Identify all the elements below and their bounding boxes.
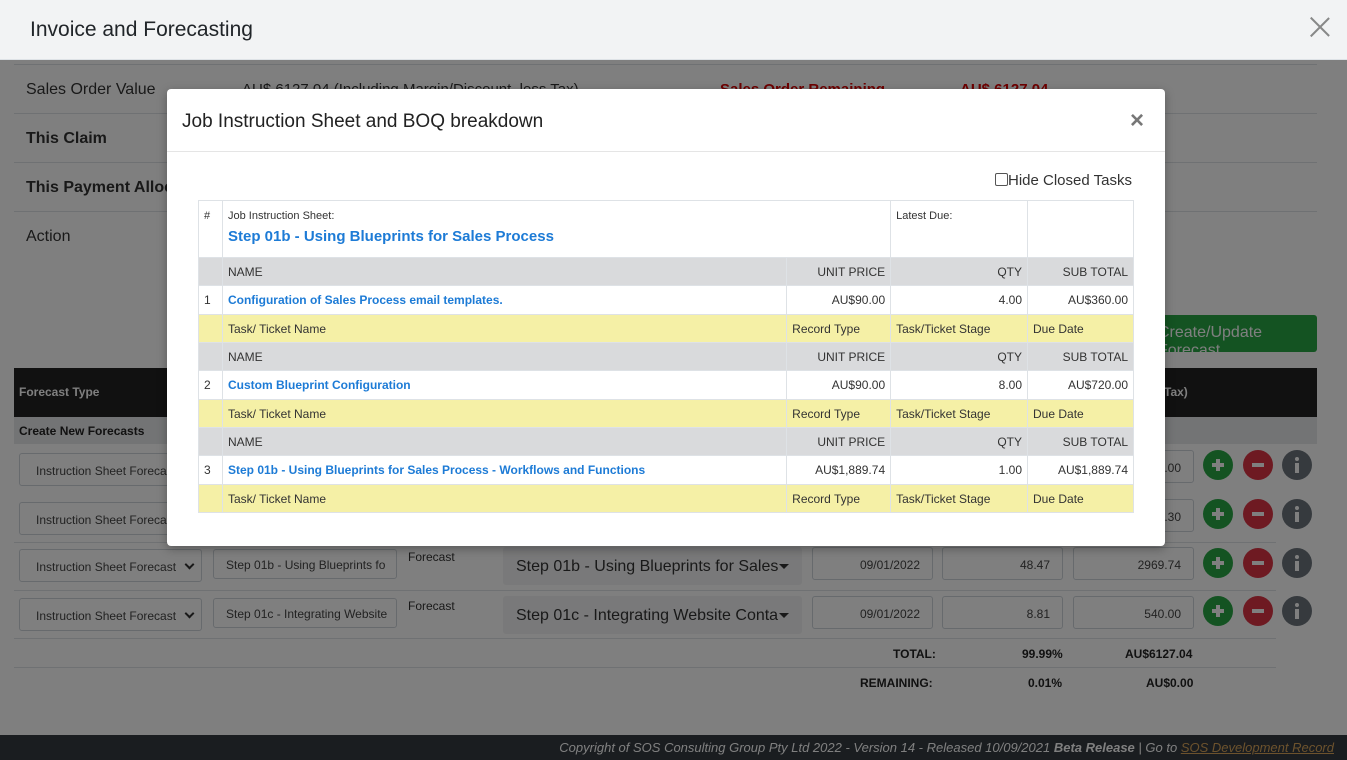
col-record-type: Record Type bbox=[786, 314, 892, 343]
col-task-stage: Task/Ticket Stage bbox=[890, 399, 1028, 428]
empty-cell bbox=[198, 427, 223, 456]
item-row: 1 Configuration of Sales Process email t… bbox=[198, 285, 1134, 315]
hide-closed-tasks-toggle[interactable]: Hide Closed Tasks bbox=[995, 172, 1132, 189]
boq-table: # Job Instruction Sheet: Step 01b - Using… bbox=[198, 200, 1134, 513]
col-name: NAME bbox=[221, 342, 788, 371]
item-row: 2 Custom Blueprint Configuration AU$90.0… bbox=[198, 370, 1134, 400]
col-qty: QTY bbox=[890, 257, 1028, 286]
col-unit-price: UNIT PRICE bbox=[786, 257, 892, 286]
latest-due-label: Latest Due: bbox=[890, 200, 1028, 258]
item-num: 3 bbox=[198, 455, 223, 485]
col-name: NAME bbox=[221, 427, 788, 456]
boq-modal: Job Instruction Sheet and BOQ breakdown … bbox=[167, 89, 1165, 546]
item-sub-total: AU$360.00 bbox=[1027, 285, 1134, 315]
item-name-link[interactable]: Custom Blueprint Configuration bbox=[221, 370, 788, 400]
col-sub-total: SUB TOTAL bbox=[1027, 257, 1134, 286]
boq-modal-header: Job Instruction Sheet and BOQ breakdown … bbox=[167, 89, 1165, 152]
task-header-row: Task/ Ticket Name Record Type Task/Ticke… bbox=[198, 484, 1134, 513]
jis-label: Job Instruction Sheet: bbox=[227, 210, 335, 222]
item-num: 2 bbox=[198, 370, 223, 400]
col-task-stage: Task/Ticket Stage bbox=[890, 484, 1028, 513]
col-task-name: Task/ Ticket Name bbox=[221, 399, 788, 428]
item-qty: 4.00 bbox=[890, 285, 1028, 315]
hash-cell: # bbox=[198, 200, 223, 258]
col-due-date: Due Date bbox=[1027, 399, 1134, 428]
item-header-row: NAME UNIT PRICE QTY SUB TOTAL bbox=[198, 257, 1134, 286]
boq-modal-title: Job Instruction Sheet and BOQ breakdown bbox=[182, 111, 544, 132]
task-header-row: Task/ Ticket Name Record Type Task/Ticke… bbox=[198, 314, 1134, 343]
col-sub-total: SUB TOTAL bbox=[1027, 427, 1134, 456]
col-record-type: Record Type bbox=[786, 399, 892, 428]
item-unit-price: AU$90.00 bbox=[786, 370, 892, 400]
col-record-type: Record Type bbox=[786, 484, 892, 513]
task-header-row: Task/ Ticket Name Record Type Task/Ticke… bbox=[198, 399, 1134, 428]
col-sub-total: SUB TOTAL bbox=[1027, 342, 1134, 371]
col-task-stage: Task/Ticket Stage bbox=[890, 314, 1028, 343]
item-num: 1 bbox=[198, 285, 223, 315]
col-due-date: Due Date bbox=[1027, 484, 1134, 513]
outer-close-icon[interactable] bbox=[1309, 16, 1331, 38]
empty-cell bbox=[198, 314, 223, 343]
item-unit-price: AU$90.00 bbox=[786, 285, 892, 315]
item-unit-price: AU$1,889.74 bbox=[786, 455, 892, 485]
empty-cell bbox=[198, 257, 223, 286]
jis-cell: Job Instruction Sheet: Step 01b - Using B… bbox=[221, 200, 892, 258]
col-name: NAME bbox=[221, 257, 788, 286]
item-header-row: NAME UNIT PRICE QTY SUB TOTAL bbox=[198, 342, 1134, 371]
hide-closed-label: Hide Closed Tasks bbox=[1008, 172, 1132, 189]
latest-due-value bbox=[1027, 200, 1134, 258]
col-qty: QTY bbox=[890, 427, 1028, 456]
col-task-name: Task/ Ticket Name bbox=[221, 314, 788, 343]
outer-modal-header: Invoice and Forecasting bbox=[0, 0, 1347, 60]
item-header-row: NAME UNIT PRICE QTY SUB TOTAL bbox=[198, 427, 1134, 456]
col-unit-price: UNIT PRICE bbox=[786, 342, 892, 371]
item-qty: 1.00 bbox=[890, 455, 1028, 485]
close-icon[interactable]: × bbox=[1130, 107, 1144, 135]
col-task-name: Task/ Ticket Name bbox=[221, 484, 788, 513]
empty-cell bbox=[198, 342, 223, 371]
outer-modal-title: Invoice and Forecasting bbox=[30, 18, 253, 41]
item-name-link[interactable]: Step 01b - Using Blueprints for Sales Pr… bbox=[221, 455, 788, 485]
jis-name-link[interactable]: Step 01b - Using Blueprints for Sales Pr… bbox=[228, 228, 885, 245]
empty-cell bbox=[198, 484, 223, 513]
col-due-date: Due Date bbox=[1027, 314, 1134, 343]
item-row: 3 Step 01b - Using Blueprints for Sales … bbox=[198, 455, 1134, 485]
item-qty: 8.00 bbox=[890, 370, 1028, 400]
col-qty: QTY bbox=[890, 342, 1028, 371]
col-unit-price: UNIT PRICE bbox=[786, 427, 892, 456]
item-sub-total: AU$720.00 bbox=[1027, 370, 1134, 400]
jis-header-row: # Job Instruction Sheet: Step 01b - Using… bbox=[198, 200, 1134, 258]
hide-closed-checkbox[interactable] bbox=[995, 173, 1008, 186]
item-name-link[interactable]: Configuration of Sales Process email tem… bbox=[221, 285, 788, 315]
item-sub-total: AU$1,889.74 bbox=[1027, 455, 1134, 485]
empty-cell bbox=[198, 399, 223, 428]
